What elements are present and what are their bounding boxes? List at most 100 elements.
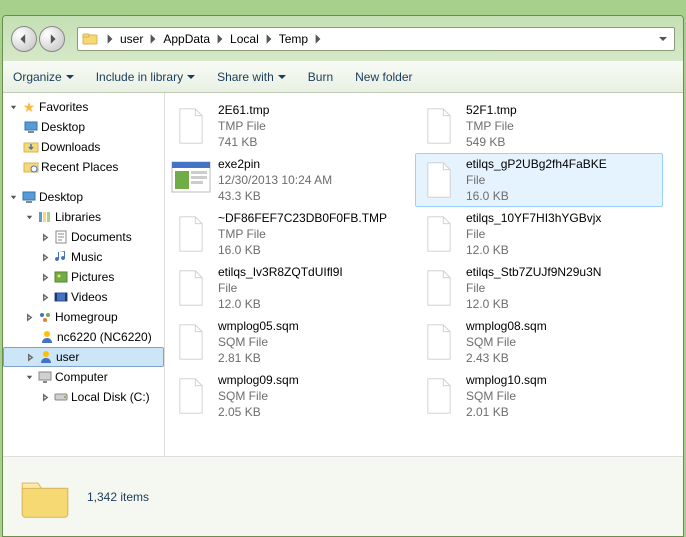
- file-name: etilqs_gP2UBg2fh4FaBKE: [466, 156, 607, 172]
- back-button[interactable]: [11, 26, 37, 52]
- file-item[interactable]: 2E61.tmpTMP File741 KB: [167, 99, 415, 153]
- collapse-icon[interactable]: [7, 101, 19, 113]
- file-size: 16.0 KB: [466, 188, 607, 204]
- nav-homegroup[interactable]: Homegroup: [3, 307, 164, 327]
- collapse-icon[interactable]: [23, 371, 35, 383]
- body: ★ Favorites Desktop Downloads Recent Pla…: [3, 93, 683, 456]
- share-with-menu[interactable]: Share with: [217, 70, 286, 84]
- new-folder-button[interactable]: New folder: [355, 70, 412, 84]
- nav-favorites[interactable]: ★ Favorites: [3, 97, 164, 117]
- collapse-icon[interactable]: [7, 191, 19, 203]
- nav-label: Local Disk (C:): [71, 390, 150, 404]
- nav-localdisk[interactable]: Local Disk (C:): [3, 387, 164, 407]
- file-item[interactable]: wmplog05.sqmSQM File2.81 KB: [167, 315, 415, 369]
- file-item[interactable]: wmplog10.sqmSQM File2.01 KB: [415, 369, 663, 423]
- include-library-menu[interactable]: Include in library: [96, 70, 195, 84]
- file-item[interactable]: 52F1.tmpTMP File549 KB: [415, 99, 663, 153]
- burn-button[interactable]: Burn: [308, 70, 333, 84]
- expand-icon[interactable]: [24, 351, 36, 363]
- file-name: etilqs_10YF7HI3hYGBvjx: [466, 210, 601, 226]
- nav-documents[interactable]: Documents: [3, 227, 164, 247]
- nav-downloads[interactable]: Downloads: [3, 137, 164, 157]
- file-item[interactable]: etilqs_Stb7ZUJf9N29u3NFile12.0 KB: [415, 261, 663, 315]
- file-item[interactable]: etilqs_Iv3R8ZQTdUIfl9IFile12.0 KB: [167, 261, 415, 315]
- nav-label: Videos: [71, 290, 107, 304]
- file-item[interactable]: wmplog09.sqmSQM File2.05 KB: [167, 369, 415, 423]
- nav-user[interactable]: user: [3, 347, 164, 367]
- file-meta: ~DF86FEF7C23DB0F0FB.TMPTMP File16.0 KB: [212, 210, 387, 258]
- chevron-right-icon: [147, 33, 159, 45]
- nav-desktop[interactable]: Desktop: [3, 117, 164, 137]
- nav-music[interactable]: Music: [3, 247, 164, 267]
- address-bar[interactable]: user AppData Local Temp: [77, 27, 675, 51]
- file-name: etilqs_Stb7ZUJf9N29u3N: [466, 264, 601, 280]
- disk-icon: [53, 389, 69, 405]
- file-thumb: [418, 102, 460, 150]
- file-name: etilqs_Iv3R8ZQTdUIfl9I: [218, 264, 343, 280]
- file-thumb: [170, 264, 212, 312]
- file-item[interactable]: exe2pin12/30/2013 10:24 AM43.3 KB: [167, 153, 415, 207]
- file-size: 549 KB: [466, 134, 517, 150]
- nav-computer[interactable]: Computer: [3, 367, 164, 387]
- status-bar: 1,342 items: [3, 456, 683, 536]
- star-icon: ★: [21, 99, 37, 115]
- file-name: exe2pin: [218, 156, 332, 172]
- homegroup-icon: [37, 309, 53, 325]
- file-name: wmplog08.sqm: [466, 318, 547, 334]
- chevron-right-icon: [312, 33, 324, 45]
- expand-icon[interactable]: [39, 271, 51, 283]
- nav-desktop-root[interactable]: Desktop: [3, 187, 164, 207]
- desktop-icon: [23, 119, 39, 135]
- nav-pictures[interactable]: Pictures: [3, 267, 164, 287]
- file-size: 2.81 KB: [218, 350, 299, 366]
- file-type: SQM File: [218, 388, 299, 404]
- file-name: ~DF86FEF7C23DB0F0FB.TMP: [218, 210, 387, 226]
- breadcrumb-user[interactable]: user: [118, 32, 145, 46]
- collapse-icon[interactable]: [23, 211, 35, 223]
- expand-icon[interactable]: [39, 291, 51, 303]
- item-count: 1,342 items: [87, 490, 149, 504]
- file-name: wmplog05.sqm: [218, 318, 299, 334]
- file-type: File: [466, 172, 607, 188]
- nav-label: Favorites: [39, 100, 88, 114]
- file-thumb: [418, 372, 460, 420]
- file-thumb: [170, 102, 212, 150]
- expand-icon[interactable]: [39, 231, 51, 243]
- toolbar: Organize Include in library Share with B…: [3, 61, 683, 93]
- file-size: 43.3 KB: [218, 188, 332, 204]
- nav-libraries[interactable]: Libraries: [3, 207, 164, 227]
- address-dropdown[interactable]: [656, 34, 670, 44]
- chevron-right-icon: [263, 33, 275, 45]
- expand-icon[interactable]: [39, 251, 51, 263]
- nav-nc6220[interactable]: nc6220 (NC6220): [3, 327, 164, 347]
- file-type: File: [466, 226, 601, 242]
- nav-label: user: [56, 350, 79, 364]
- breadcrumb-local[interactable]: Local: [228, 32, 261, 46]
- downloads-icon: [23, 139, 39, 155]
- expand-icon[interactable]: [39, 391, 51, 403]
- expand-icon[interactable]: [23, 311, 35, 323]
- forward-icon: [46, 33, 58, 45]
- back-icon: [18, 33, 30, 45]
- file-type: SQM File: [218, 334, 299, 350]
- file-item[interactable]: ~DF86FEF7C23DB0F0FB.TMPTMP File16.0 KB: [167, 207, 415, 261]
- organize-menu[interactable]: Organize: [13, 70, 74, 84]
- file-list[interactable]: 2E61.tmpTMP File741 KB52F1.tmpTMP File54…: [165, 93, 683, 456]
- breadcrumb-temp[interactable]: Temp: [277, 32, 310, 46]
- file-item[interactable]: wmplog08.sqmSQM File2.43 KB: [415, 315, 663, 369]
- nav-recent[interactable]: Recent Places: [3, 157, 164, 177]
- file-size: 2.05 KB: [218, 404, 299, 420]
- file-type: File: [218, 280, 343, 296]
- file-size: 12.0 KB: [218, 296, 343, 312]
- breadcrumb-appdata[interactable]: AppData: [161, 32, 212, 46]
- forward-button[interactable]: [39, 26, 65, 52]
- nav-label: nc6220 (NC6220): [57, 330, 152, 344]
- file-item[interactable]: etilqs_10YF7HI3hYGBvjxFile12.0 KB: [415, 207, 663, 261]
- file-meta: wmplog05.sqmSQM File2.81 KB: [212, 318, 299, 366]
- pictures-icon: [53, 269, 69, 285]
- nav-label: Downloads: [41, 140, 100, 154]
- nav-videos[interactable]: Videos: [3, 287, 164, 307]
- file-size: 741 KB: [218, 134, 269, 150]
- file-item[interactable]: etilqs_gP2UBg2fh4FaBKEFile16.0 KB: [415, 153, 663, 207]
- computer-icon: [37, 369, 53, 385]
